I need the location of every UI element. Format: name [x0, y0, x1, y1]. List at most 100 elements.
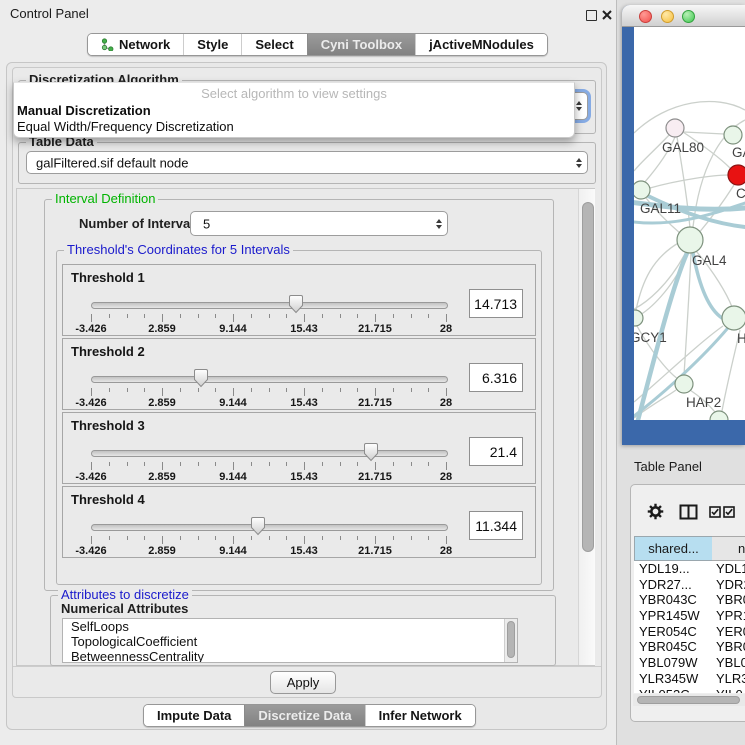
slider-track[interactable]: [91, 302, 448, 309]
table-row[interactable]: YER054CYER0...: [634, 624, 745, 640]
tab-select[interactable]: Select: [241, 34, 306, 55]
network-node-h[interactable]: [722, 306, 745, 330]
tab-impute-data[interactable]: Impute Data: [144, 705, 244, 726]
tick-mark: [109, 388, 110, 392]
minimize-traffic-light-icon[interactable]: [661, 10, 674, 23]
cell-shared-name[interactable]: YDR27...: [634, 577, 712, 593]
attribute-item-betweennesscentrality[interactable]: BetweennessCentrality: [63, 649, 517, 663]
cell-shared-name[interactable]: YIL052C: [634, 687, 712, 694]
algorithm-option-manual-discretization[interactable]: Manual Discretization: [17, 103, 151, 118]
attribute-item-topologicalcoefficient[interactable]: TopologicalCoefficient: [63, 634, 517, 649]
checkbox-icon[interactable]: [709, 506, 721, 518]
table-row[interactable]: YDR27...YDR2...: [634, 577, 745, 593]
tab-network[interactable]: Network: [88, 34, 183, 55]
table-row[interactable]: YBL079WYBL0...: [634, 655, 745, 671]
attribute-item-selfloops[interactable]: SelfLoops: [63, 619, 517, 634]
list-scrollbar-thumb[interactable]: [507, 621, 515, 658]
slider-thumb[interactable]: [193, 368, 209, 388]
split-columns-icon[interactable]: [679, 504, 698, 520]
tick-mark: [286, 314, 287, 318]
stepper-icons[interactable]: [436, 219, 442, 229]
horizontal-scrollbar-thumb[interactable]: [637, 696, 740, 704]
list-scrollbar[interactable]: [504, 619, 517, 662]
table-row[interactable]: YBR045CYBR0...: [634, 639, 745, 655]
stepper-down-icon[interactable]: [436, 225, 442, 229]
tab-cyni-toolbox[interactable]: Cyni Toolbox: [307, 34, 415, 55]
tab-label: Cyni Toolbox: [321, 37, 402, 52]
table-row[interactable]: YBR043CYBR0...: [634, 592, 745, 608]
cell-name[interactable]: YLR3...: [712, 671, 745, 687]
threshold-value-field[interactable]: [469, 511, 523, 540]
slider-track[interactable]: [91, 450, 448, 457]
cell-shared-name[interactable]: YER054C: [634, 624, 712, 640]
cell-shared-name[interactable]: YDL19...: [634, 561, 712, 577]
threshold-value-field[interactable]: [469, 363, 523, 392]
tick-label: -3.426: [75, 323, 106, 335]
apply-button[interactable]: Apply: [270, 671, 336, 694]
tick-mark: [127, 314, 128, 318]
table-data-combobox[interactable]: galFiltered.sif default node: [26, 151, 588, 174]
network-node[interactable]: [710, 411, 728, 420]
tick-mark: [357, 536, 358, 540]
column-header-shared[interactable]: shared...: [634, 536, 713, 561]
close-traffic-light-icon[interactable]: [639, 10, 652, 23]
slider-track[interactable]: [91, 524, 448, 531]
network-node-gal80[interactable]: [666, 119, 684, 137]
tick-mark: [411, 388, 412, 392]
cell-name[interactable]: YBL0...: [712, 655, 745, 671]
algorithm-option-equal-width-frequency-discretization[interactable]: Equal Width/Frequency Discretization: [17, 119, 234, 134]
cell-shared-name[interactable]: YBR045C: [634, 639, 712, 655]
horizontal-scrollbar[interactable]: [633, 694, 745, 706]
gear-icon[interactable]: [647, 503, 664, 520]
cell-shared-name[interactable]: YPR145W: [634, 608, 712, 624]
vertical-scrollbar[interactable]: [578, 189, 595, 665]
stepper-down-icon[interactable]: [576, 107, 582, 111]
slider-thumb[interactable]: [250, 516, 266, 536]
cell-name[interactable]: YDL1...: [712, 561, 745, 577]
network-node-ga[interactable]: [724, 126, 742, 144]
slider-thumb[interactable]: [363, 442, 379, 462]
tab-infer-network[interactable]: Infer Network: [365, 705, 475, 726]
scrollbar-thumb[interactable]: [582, 202, 594, 552]
threshold-value-field[interactable]: [469, 437, 523, 466]
tick-mark: [269, 536, 270, 540]
cell-name[interactable]: YDR2...: [712, 577, 745, 593]
tab-style[interactable]: Style: [183, 34, 241, 55]
zoom-traffic-light-icon[interactable]: [682, 10, 695, 23]
network-node-c[interactable]: [728, 165, 745, 185]
number-of-intervals-combobox[interactable]: 5: [190, 211, 448, 236]
stepper-down-icon[interactable]: [576, 164, 582, 168]
cell-name[interactable]: YBR0...: [712, 639, 745, 655]
stepper-up-icon[interactable]: [436, 219, 442, 223]
tab-discretize-data[interactable]: Discretize Data: [244, 705, 364, 726]
stepper-icons[interactable]: [576, 158, 582, 168]
network-node-gal4[interactable]: [677, 227, 703, 253]
cell-name[interactable]: YIL0...: [712, 687, 745, 694]
cell-shared-name[interactable]: YBR043C: [634, 592, 712, 608]
table-row[interactable]: YLR345WYLR3...: [634, 671, 745, 687]
tab-jactivemnodules[interactable]: jActiveMNodules: [415, 34, 547, 55]
cell-name[interactable]: YPR1...: [712, 608, 745, 624]
network-node-gal11[interactable]: [634, 181, 650, 199]
close-icon[interactable]: [601, 9, 613, 21]
tick-mark: [286, 462, 287, 466]
threshold-value-field[interactable]: [469, 289, 523, 318]
stepper-icons[interactable]: [576, 101, 582, 111]
slider-thumb[interactable]: [288, 294, 304, 314]
stepper-up-icon[interactable]: [576, 101, 582, 105]
float-panel-icon[interactable]: [586, 10, 597, 21]
stepper-up-icon[interactable]: [576, 158, 582, 162]
checkbox-icon[interactable]: [723, 506, 735, 518]
table-row[interactable]: YPR145WYPR1...: [634, 608, 745, 624]
table-row[interactable]: YIL052CYIL0...: [634, 687, 745, 694]
network-canvas[interactable]: GAL80GACGAL11GAL4GCY1HHAP2: [634, 27, 745, 420]
cell-shared-name[interactable]: YLR345W: [634, 671, 712, 687]
cell-name[interactable]: YER0...: [712, 624, 745, 640]
cell-name[interactable]: YBR0...: [712, 592, 745, 608]
slider-track[interactable]: [91, 376, 448, 383]
column-header-name[interactable]: na: [712, 536, 745, 561]
network-node-hap2[interactable]: [675, 375, 693, 393]
cell-shared-name[interactable]: YBL079W: [634, 655, 712, 671]
table-row[interactable]: YDL19...YDL1...: [634, 561, 745, 577]
network-node-gcy1[interactable]: [634, 310, 643, 326]
